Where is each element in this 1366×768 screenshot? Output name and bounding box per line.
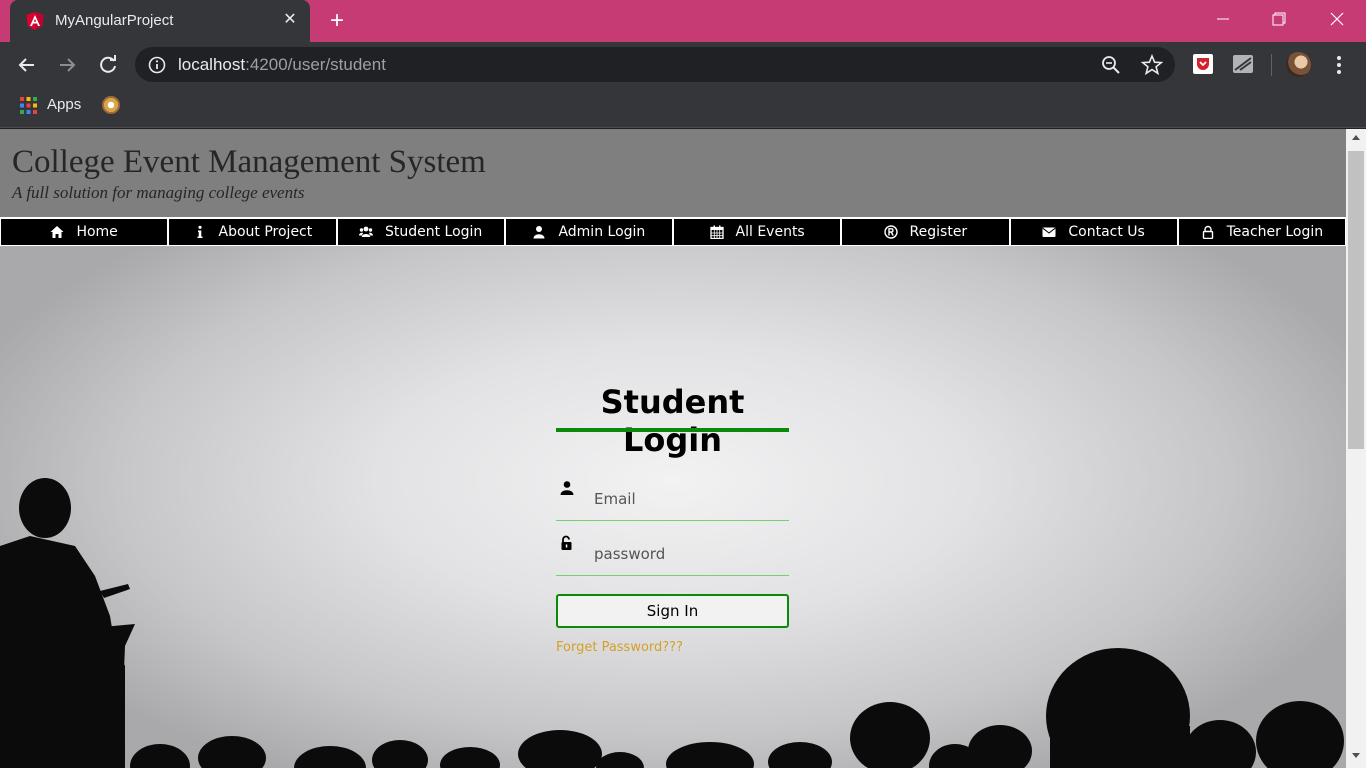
unlock-icon (561, 535, 572, 550)
scroll-down-arrow-icon[interactable] (1352, 753, 1360, 758)
nav-contact-us-label: Contact Us (1068, 224, 1145, 240)
info-icon (197, 225, 202, 238)
new-tab-button[interactable]: + (326, 9, 348, 33)
nav-student-login-label: Student Login (384, 224, 483, 240)
hero-background: Student Login Sign In Forget Password??? (0, 246, 1346, 768)
extension-icon[interactable] (1232, 53, 1254, 75)
nav-about-project[interactable]: About Project (168, 218, 337, 246)
tab-title: MyAngularProject (55, 12, 174, 29)
toolbar-separator (1271, 54, 1272, 76)
sign-in-button[interactable]: Sign In (556, 594, 789, 628)
email-field (556, 476, 789, 521)
nav-teacher-login[interactable]: Teacher Login (1177, 218, 1346, 246)
minimize-icon[interactable] (1208, 6, 1238, 32)
email-input[interactable] (594, 488, 784, 510)
lock-icon (1202, 225, 1213, 239)
site-header: College Event Management System A full s… (0, 129, 1346, 217)
login-title: Student Login (600, 383, 745, 459)
main-navbar: Home About Project Student Login Admin L… (0, 217, 1346, 246)
browser-toolbar: localhost:4200/user/student (0, 42, 1366, 87)
nav-home-label: Home (76, 224, 118, 240)
nav-student-login[interactable]: Student Login (336, 218, 505, 246)
password-field (556, 531, 789, 576)
url-host: localhost (178, 55, 246, 74)
back-icon[interactable] (13, 51, 41, 79)
zoom-out-icon[interactable] (1101, 55, 1121, 75)
nav-register-label: Register (909, 224, 968, 240)
nav-about-label: About Project (218, 224, 313, 240)
bookmark-favicon-icon[interactable] (102, 96, 120, 114)
scroll-thumb[interactable] (1348, 151, 1364, 449)
page-scrollbar[interactable] (1346, 129, 1366, 768)
page-viewport: College Event Management System A full s… (0, 129, 1346, 768)
users-icon (358, 226, 373, 237)
url-path: :4200/user/student (245, 55, 386, 74)
site-subtitle: A full solution for managing college eve… (12, 183, 305, 202)
user-icon (533, 226, 545, 239)
nav-all-events-label: All Events (735, 224, 805, 240)
nav-contact-us[interactable]: Contact Us (1009, 218, 1178, 246)
title-underline (556, 428, 789, 432)
nav-admin-login-label: Admin Login (558, 224, 646, 240)
pocket-extension-icon[interactable] (1192, 53, 1214, 75)
nav-all-events[interactable]: All Events (673, 218, 842, 246)
profile-avatar[interactable] (1286, 52, 1311, 77)
close-tab-icon[interactable]: ✕ (280, 10, 300, 30)
home-icon (50, 226, 64, 238)
forgot-password-link[interactable]: Forget Password??? (556, 640, 683, 655)
bookmarks-bar: Apps (0, 87, 1366, 128)
nav-register[interactable]: Register (841, 218, 1010, 246)
registered-icon (883, 225, 898, 239)
browser-tabstrip: MyAngularProject ✕ + (0, 0, 1366, 42)
angular-icon (26, 12, 44, 30)
address-bar[interactable]: localhost:4200/user/student (135, 47, 1175, 82)
info-icon[interactable] (147, 55, 167, 75)
bookmark-star-icon[interactable] (1141, 54, 1163, 76)
scroll-up-arrow-icon[interactable] (1352, 135, 1360, 140)
forward-icon[interactable] (53, 51, 81, 79)
nav-home[interactable]: Home (0, 218, 169, 246)
restore-icon[interactable] (1264, 6, 1294, 32)
site-title: College Event Management System (12, 144, 486, 180)
apps-grid-icon[interactable] (20, 97, 37, 114)
envelope-icon (1042, 227, 1056, 237)
url-text: localhost:4200/user/student (178, 55, 386, 75)
close-window-icon[interactable] (1322, 6, 1352, 32)
calendar-icon (709, 225, 724, 239)
nav-admin-login[interactable]: Admin Login (504, 218, 673, 246)
reload-icon[interactable] (94, 51, 122, 79)
browser-tab[interactable]: MyAngularProject ✕ (10, 0, 310, 42)
nav-teacher-login-label: Teacher Login (1226, 224, 1324, 240)
password-input[interactable] (594, 543, 784, 565)
user-icon (560, 481, 574, 495)
apps-bookmark[interactable]: Apps (47, 96, 81, 113)
more-menu-icon[interactable] (1330, 54, 1348, 76)
